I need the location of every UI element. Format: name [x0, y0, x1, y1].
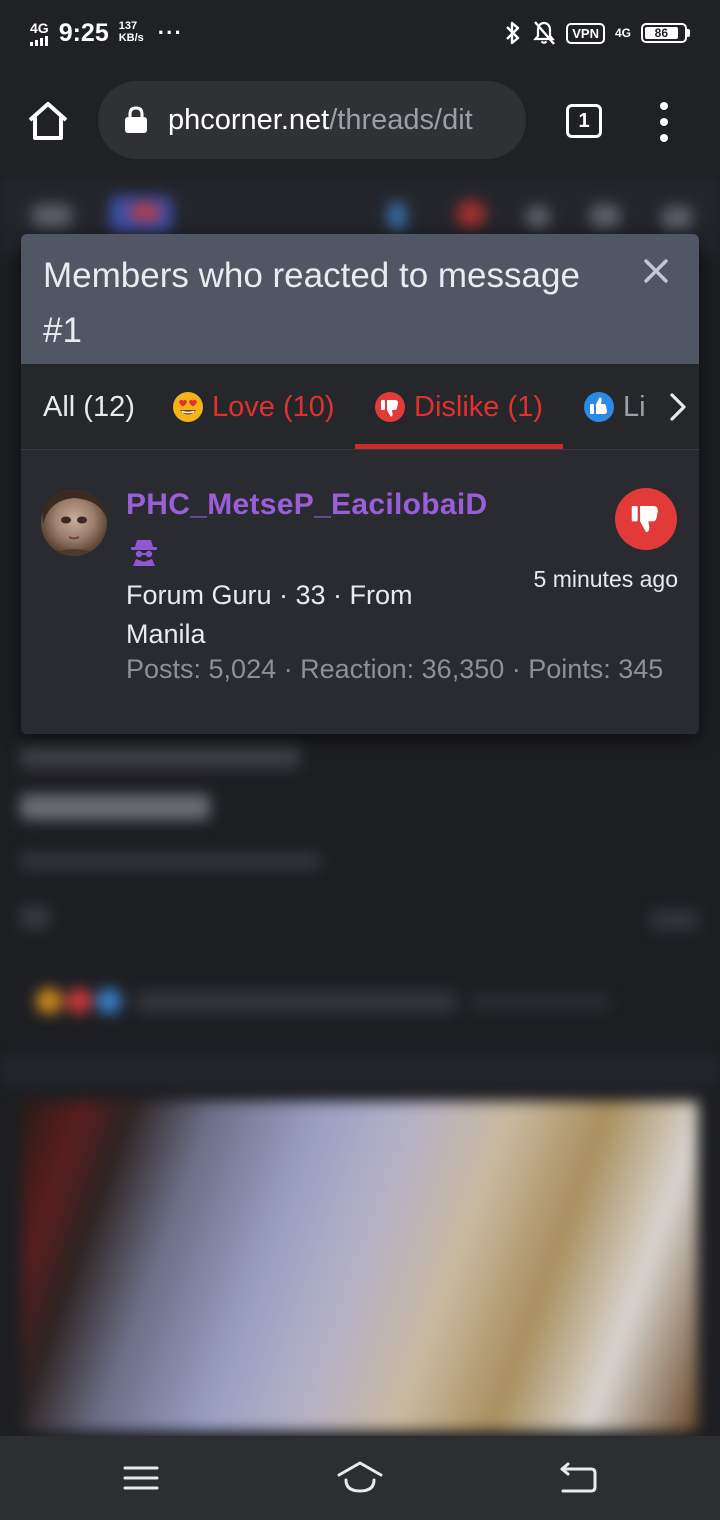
tab-love[interactable]: Love (10) [172, 364, 335, 450]
modal-title: Members who reacted to message #1 [43, 256, 580, 350]
heart-eyes-emoji-icon [173, 392, 203, 422]
modal-header: Members who reacted to message #1 [21, 234, 699, 364]
home-icon[interactable] [26, 99, 70, 143]
bluetooth-icon [506, 21, 520, 45]
tab-label: Love (10) [212, 390, 335, 423]
reaction-tabs: All (12) Love (10) Dislike (1) Li [21, 364, 699, 450]
recent-apps-icon[interactable] [121, 1458, 161, 1498]
tab-label: Li [623, 390, 646, 423]
overflow-menu-icon[interactable] [652, 102, 676, 142]
tab-label: All (12) [43, 390, 135, 423]
tab-all[interactable]: All (12) [43, 364, 135, 450]
home-nav-icon[interactable] [336, 1458, 384, 1498]
address-bar[interactable]: phcorner.net/threads/dit [98, 81, 526, 159]
vpn-badge: VPN [566, 22, 605, 44]
reactions-modal: Members who reacted to message #1 All (1… [21, 234, 699, 734]
member-name-link[interactable]: PHC_MetseP_EacilobaiD [126, 488, 487, 522]
clock: 9:25 [58, 18, 109, 47]
member-title: Forum Guru · 33 · From Manila [126, 580, 413, 649]
chevron-right-icon[interactable] [667, 392, 689, 422]
thumbs-down-icon [631, 505, 658, 533]
network-speed: 137 KB/s [118, 20, 144, 44]
url-path: /threads/dit [329, 103, 473, 136]
avatar[interactable] [41, 490, 107, 556]
member-stats: Posts: 5,024 · Reaction: 36,350 · Points… [126, 654, 664, 684]
tab-label: Dislike (1) [414, 390, 543, 423]
network-type-right: 4G [614, 26, 631, 40]
thumbs-up-icon [584, 392, 614, 422]
close-icon[interactable] [643, 258, 669, 284]
lock-icon [125, 106, 147, 133]
system-nav-bar [0, 1436, 720, 1520]
thumbs-down-icon [375, 392, 405, 422]
reaction-timestamp: 5 minutes ago [533, 566, 678, 592]
browser-toolbar: phcorner.net/threads/dit 1 [0, 66, 720, 176]
spy-icon [131, 540, 157, 566]
battery-level: 86 [645, 26, 678, 40]
status-bar: 4G 9:25 137 KB/s ··· VPN 4G 86 [0, 0, 720, 66]
reaction-badge [615, 488, 677, 550]
url-host: phcorner.net [168, 103, 330, 136]
tab-switcher-button[interactable]: 1 [566, 104, 602, 138]
url-text: phcorner.net/threads/dit [168, 104, 473, 137]
back-nav-icon[interactable] [558, 1458, 598, 1498]
more-notifications-icon: ··· [157, 20, 183, 45]
network-type: 4G [30, 19, 49, 36]
tab-like[interactable]: Li [583, 364, 647, 450]
list-item: PHC_MetseP_EacilobaiD Forum Guru · 33 · … [21, 450, 699, 733]
active-tab-indicator [355, 444, 563, 449]
battery-icon: 86 [641, 23, 690, 43]
tab-dislike[interactable]: Dislike (1) [374, 364, 543, 450]
notifications-off-icon [533, 21, 556, 45]
cell-signal-icon: 4G [30, 21, 49, 46]
